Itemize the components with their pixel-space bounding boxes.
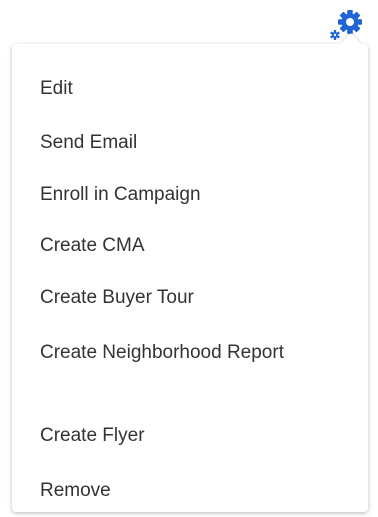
menu-item-create-buyer-tour[interactable]: Create Buyer Tour — [40, 282, 348, 314]
menu-item-label: Enroll in Campaign — [40, 184, 201, 205]
menu-item-label: Remove — [40, 480, 111, 501]
menu-item-label: Create Flyer — [40, 425, 145, 446]
menu-item-create-flyer[interactable]: Create Flyer — [40, 420, 348, 452]
menu-item-remove[interactable]: Remove — [40, 475, 348, 507]
menu-item-enroll-in-campaign[interactable]: Enroll in Campaign — [40, 179, 348, 211]
menu-item-label: Edit — [40, 78, 73, 99]
actions-dropdown: Edit Send Email Enroll in Campaign Creat… — [0, 0, 378, 517]
menu-item-label: Create Buyer Tour — [40, 287, 194, 308]
dropdown-menu: Edit Send Email Enroll in Campaign Creat… — [12, 33, 368, 512]
menu-item-label: Create Neighborhood Report — [40, 342, 284, 363]
menu-item-send-email[interactable]: Send Email — [40, 127, 348, 159]
menu-item-create-cma[interactable]: Create CMA — [40, 230, 348, 262]
menu-item-create-neighborhood-report[interactable]: Create Neighborhood Report — [40, 337, 308, 369]
menu-item-edit[interactable]: Edit — [40, 73, 348, 105]
menu-item-label: Create CMA — [40, 235, 145, 256]
menu-item-label: Send Email — [40, 132, 138, 153]
